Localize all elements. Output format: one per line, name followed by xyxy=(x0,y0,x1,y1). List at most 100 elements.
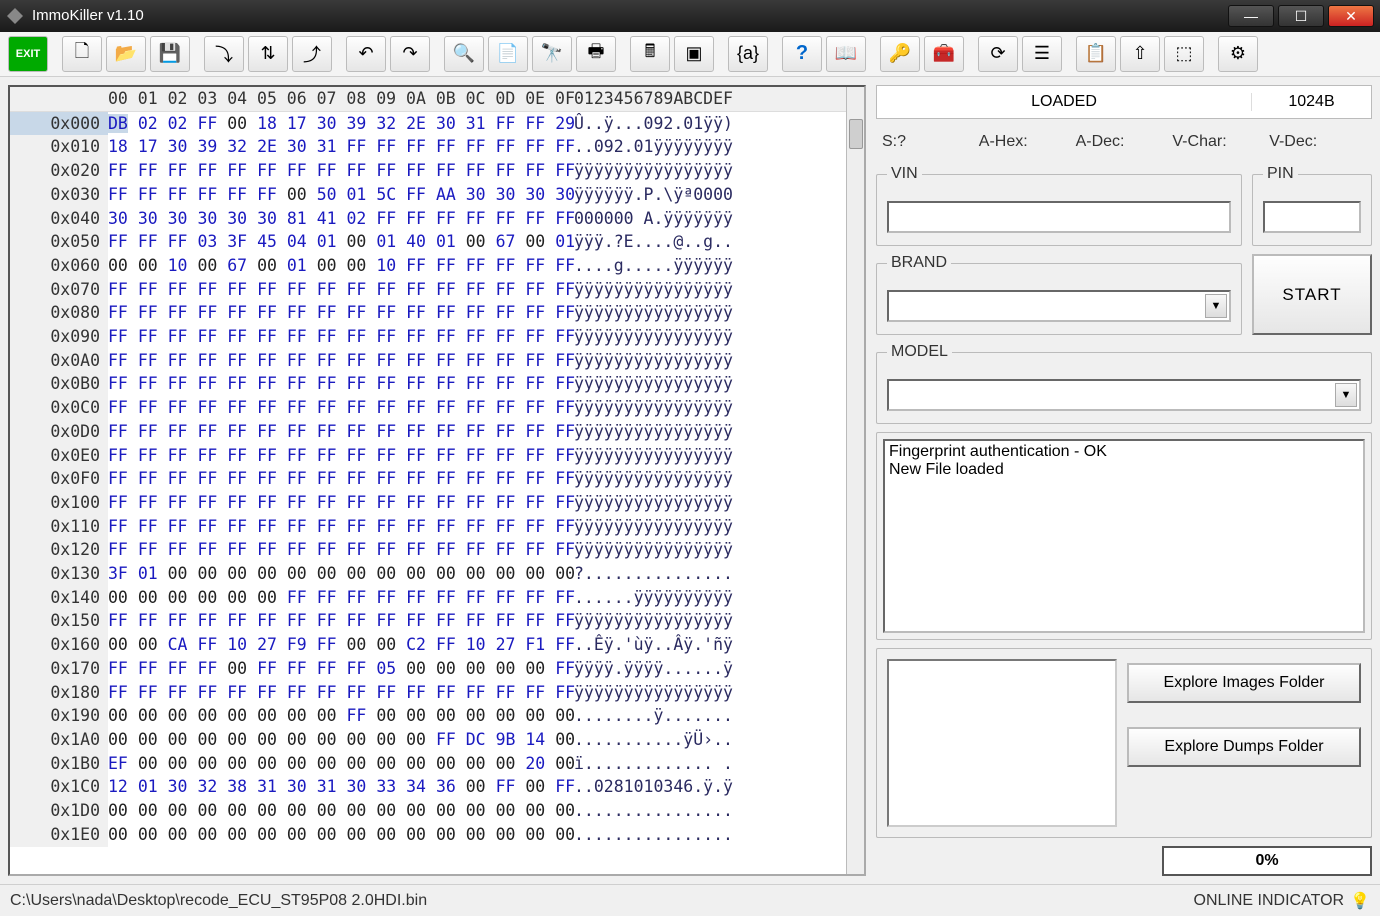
hex-bytes[interactable]: EF 00 00 00 00 00 00 00 00 00 00 00 00 0… xyxy=(108,752,564,776)
hex-row[interactable]: 0x1E000 00 00 00 00 00 00 00 00 00 00 00… xyxy=(10,823,864,847)
vin-input[interactable] xyxy=(887,201,1231,233)
hex-bytes[interactable]: FF FF FF FF FF FF FF FF FF FF FF FF FF F… xyxy=(108,325,564,349)
hex-bytes[interactable]: FF FF FF FF FF FF FF FF FF FF FF FF FF F… xyxy=(108,372,564,396)
hex-row[interactable]: 0x1B0EF 00 00 00 00 00 00 00 00 00 00 00… xyxy=(10,752,864,776)
hex-editor[interactable]: 00 01 02 03 04 05 06 07 08 09 0A 0B 0C 0… xyxy=(8,85,866,876)
key-icon[interactable]: 🔑 xyxy=(880,36,920,72)
minimize-button[interactable]: — xyxy=(1228,5,1274,27)
undo-icon[interactable]: ↶ xyxy=(346,36,386,72)
hex-row[interactable]: 0x180FF FF FF FF FF FF FF FF FF FF FF FF… xyxy=(10,681,864,705)
hex-row[interactable]: 0x170FF FF FF FF 00 FF FF FF FF 05 00 00… xyxy=(10,657,864,681)
up-icon[interactable]: ⇧ xyxy=(1120,36,1160,72)
explore-dumps-button[interactable]: Explore Dumps Folder xyxy=(1127,727,1361,767)
hex-bytes[interactable]: FF FF FF FF FF FF FF FF FF FF FF FF FF F… xyxy=(108,467,564,491)
hex-row[interactable]: 0x030FF FF FF FF FF FF 00 50 01 5C FF AA… xyxy=(10,183,864,207)
calculator-icon[interactable]: 🖩 xyxy=(630,36,670,72)
hex-row[interactable]: 0x080FF FF FF FF FF FF FF FF FF FF FF FF… xyxy=(10,301,864,325)
import-icon[interactable]: ⤵ xyxy=(204,36,244,72)
hex-row[interactable]: 0x120FF FF FF FF FF FF FF FF FF FF FF FF… xyxy=(10,538,864,562)
open-icon[interactable]: 📂 xyxy=(106,36,146,72)
binoculars-icon[interactable]: 🔭 xyxy=(532,36,572,72)
hex-row[interactable]: 0x04030 30 30 30 30 30 81 41 02 FF FF FF… xyxy=(10,207,864,231)
hex-bytes[interactable]: 12 01 30 32 38 31 30 31 30 33 34 36 00 F… xyxy=(108,775,564,799)
hex-row[interactable]: 0x070FF FF FF FF FF FF FF FF FF FF FF FF… xyxy=(10,278,864,302)
hex-row[interactable]: 0x1D000 00 00 00 00 00 00 00 00 00 00 00… xyxy=(10,799,864,823)
hex-row[interactable]: 0x1C012 01 30 32 38 31 30 31 30 33 34 36… xyxy=(10,775,864,799)
select-icon[interactable]: ⬚ xyxy=(1164,36,1204,72)
save-icon[interactable]: 💾 xyxy=(150,36,190,72)
hex-bytes[interactable]: FF FF FF FF FF FF FF FF FF FF FF FF FF F… xyxy=(108,538,564,562)
hex-bytes[interactable]: FF FF FF FF FF FF FF FF FF FF FF FF FF F… xyxy=(108,159,564,183)
pin-input[interactable] xyxy=(1263,201,1361,233)
hex-row[interactable]: 0x000DB 02 02 FF 00 18 17 30 39 32 2E 30… xyxy=(10,112,864,136)
module-icon[interactable]: ⚙ xyxy=(1218,36,1258,72)
hex-row[interactable]: 0x19000 00 00 00 00 00 00 00 FF 00 00 00… xyxy=(10,704,864,728)
hex-bytes[interactable]: 00 00 10 00 67 00 01 00 00 10 FF FF FF F… xyxy=(108,254,564,278)
hex-bytes[interactable]: FF FF FF FF FF FF FF FF FF FF FF FF FF F… xyxy=(108,681,564,705)
model-select[interactable] xyxy=(887,379,1361,411)
find-page-icon[interactable]: 🔍 xyxy=(444,36,484,72)
hex-row[interactable]: 0x1A000 00 00 00 00 00 00 00 00 00 00 FF… xyxy=(10,728,864,752)
hex-bytes[interactable]: FF FF FF FF FF FF FF FF FF FF FF FF FF F… xyxy=(108,396,564,420)
hex-row[interactable]: 0x1303F 01 00 00 00 00 00 00 00 00 00 00… xyxy=(10,562,864,586)
help-icon[interactable]: ? xyxy=(782,36,822,72)
hex-bytes[interactable]: FF FF FF FF FF FF FF FF FF FF FF FF FF F… xyxy=(108,349,564,373)
hex-row[interactable]: 0x0B0FF FF FF FF FF FF FF FF FF FF FF FF… xyxy=(10,372,864,396)
hex-row[interactable]: 0x14000 00 00 00 00 00 FF FF FF FF FF FF… xyxy=(10,586,864,610)
hex-bytes[interactable]: FF FF FF FF FF FF FF FF FF FF FF FF FF F… xyxy=(108,609,564,633)
hex-row[interactable]: 0x020FF FF FF FF FF FF FF FF FF FF FF FF… xyxy=(10,159,864,183)
hex-bytes[interactable]: FF FF FF 03 3F 45 04 01 00 01 40 01 00 6… xyxy=(108,230,564,254)
hex-bytes[interactable]: FF FF FF FF FF FF FF FF FF FF FF FF FF F… xyxy=(108,444,564,468)
chevron-down-icon[interactable]: ▼ xyxy=(1335,383,1357,407)
scrollbar-vertical[interactable] xyxy=(846,87,864,874)
hex-row[interactable]: 0x0E0FF FF FF FF FF FF FF FF FF FF FF FF… xyxy=(10,444,864,468)
hex-row[interactable]: 0x150FF FF FF FF FF FF FF FF FF FF FF FF… xyxy=(10,609,864,633)
copy-icon[interactable]: 📋 xyxy=(1076,36,1116,72)
hex-bytes[interactable]: FF FF FF FF FF FF FF FF FF FF FF FF FF F… xyxy=(108,515,564,539)
hex-row[interactable]: 0x0F0FF FF FF FF FF FF FF FF FF FF FF FF… xyxy=(10,467,864,491)
new-icon[interactable]: 🗋 xyxy=(62,36,102,72)
hex-bytes[interactable]: 18 17 30 39 32 2E 30 31 FF FF FF FF FF F… xyxy=(108,135,564,159)
hex-bytes[interactable]: 00 00 00 00 00 00 00 00 00 00 00 00 00 0… xyxy=(108,823,564,847)
chevron-down-icon[interactable]: ▼ xyxy=(1205,294,1227,318)
hex-row[interactable]: 0x06000 00 10 00 67 00 01 00 00 10 FF FF… xyxy=(10,254,864,278)
close-button[interactable]: ✕ xyxy=(1328,5,1374,27)
brackets-icon[interactable]: {a} xyxy=(728,36,768,72)
export-icon[interactable]: ⤴ xyxy=(292,36,332,72)
hex-bytes[interactable]: 00 00 00 00 00 00 FF FF FF FF FF FF FF F… xyxy=(108,586,564,610)
hex-row[interactable]: 0x050FF FF FF 03 3F 45 04 01 00 01 40 01… xyxy=(10,230,864,254)
hex-row[interactable]: 0x0C0FF FF FF FF FF FF FF FF FF FF FF FF… xyxy=(10,396,864,420)
hex-row[interactable]: 0x0D0FF FF FF FF FF FF FF FF FF FF FF FF… xyxy=(10,420,864,444)
maximize-button[interactable]: ☐ xyxy=(1278,5,1324,27)
hex-bytes[interactable]: 00 00 00 00 00 00 00 00 00 00 00 FF DC 9… xyxy=(108,728,564,752)
hex-bytes[interactable]: FF FF FF FF 00 FF FF FF FF 05 00 00 00 0… xyxy=(108,657,564,681)
hex-bytes[interactable]: FF FF FF FF FF FF FF FF FF FF FF FF FF F… xyxy=(108,491,564,515)
start-button[interactable]: START xyxy=(1252,254,1372,335)
hex-bytes[interactable]: 00 00 CA FF 10 27 F9 FF 00 00 C2 FF 10 2… xyxy=(108,633,564,657)
refresh-icon[interactable]: ⟳ xyxy=(978,36,1018,72)
replace-icon[interactable]: 📄 xyxy=(488,36,528,72)
hex-row[interactable]: 0x16000 00 CA FF 10 27 F9 FF 00 00 C2 FF… xyxy=(10,633,864,657)
hex-bytes[interactable]: FF FF FF FF FF FF FF FF FF FF FF FF FF F… xyxy=(108,278,564,302)
hex-row[interactable]: 0x0A0FF FF FF FF FF FF FF FF FF FF FF FF… xyxy=(10,349,864,373)
hex-row[interactable]: 0x110FF FF FF FF FF FF FF FF FF FF FF FF… xyxy=(10,515,864,539)
hex-bytes[interactable]: 30 30 30 30 30 30 81 41 02 FF FF FF FF F… xyxy=(108,207,564,231)
hex-row[interactable]: 0x01018 17 30 39 32 2E 30 31 FF FF FF FF… xyxy=(10,135,864,159)
swap-icon[interactable]: ⇅ xyxy=(248,36,288,72)
hex-row[interactable]: 0x090FF FF FF FF FF FF FF FF FF FF FF FF… xyxy=(10,325,864,349)
redo-icon[interactable]: ↷ xyxy=(390,36,430,72)
options-icon[interactable]: ☰ xyxy=(1022,36,1062,72)
log-output[interactable] xyxy=(883,439,1365,633)
hex-bytes[interactable]: 3F 01 00 00 00 00 00 00 00 00 00 00 00 0… xyxy=(108,562,564,586)
exit-icon[interactable]: EXIT xyxy=(8,36,48,72)
hex-bytes[interactable]: FF FF FF FF FF FF 00 50 01 5C FF AA 30 3… xyxy=(108,183,564,207)
brand-select[interactable] xyxy=(887,290,1231,322)
tools-icon[interactable]: 🧰 xyxy=(924,36,964,72)
hex-row[interactable]: 0x100FF FF FF FF FF FF FF FF FF FF FF FF… xyxy=(10,491,864,515)
book-icon[interactable]: 📖 xyxy=(826,36,866,72)
explore-images-button[interactable]: Explore Images Folder xyxy=(1127,663,1361,703)
hex-bytes[interactable]: 00 00 00 00 00 00 00 00 00 00 00 00 00 0… xyxy=(108,799,564,823)
hex-bytes[interactable]: 00 00 00 00 00 00 00 00 FF 00 00 00 00 0… xyxy=(108,704,564,728)
print-icon[interactable]: 🖶 xyxy=(576,36,616,72)
chip-icon[interactable]: ▣ xyxy=(674,36,714,72)
